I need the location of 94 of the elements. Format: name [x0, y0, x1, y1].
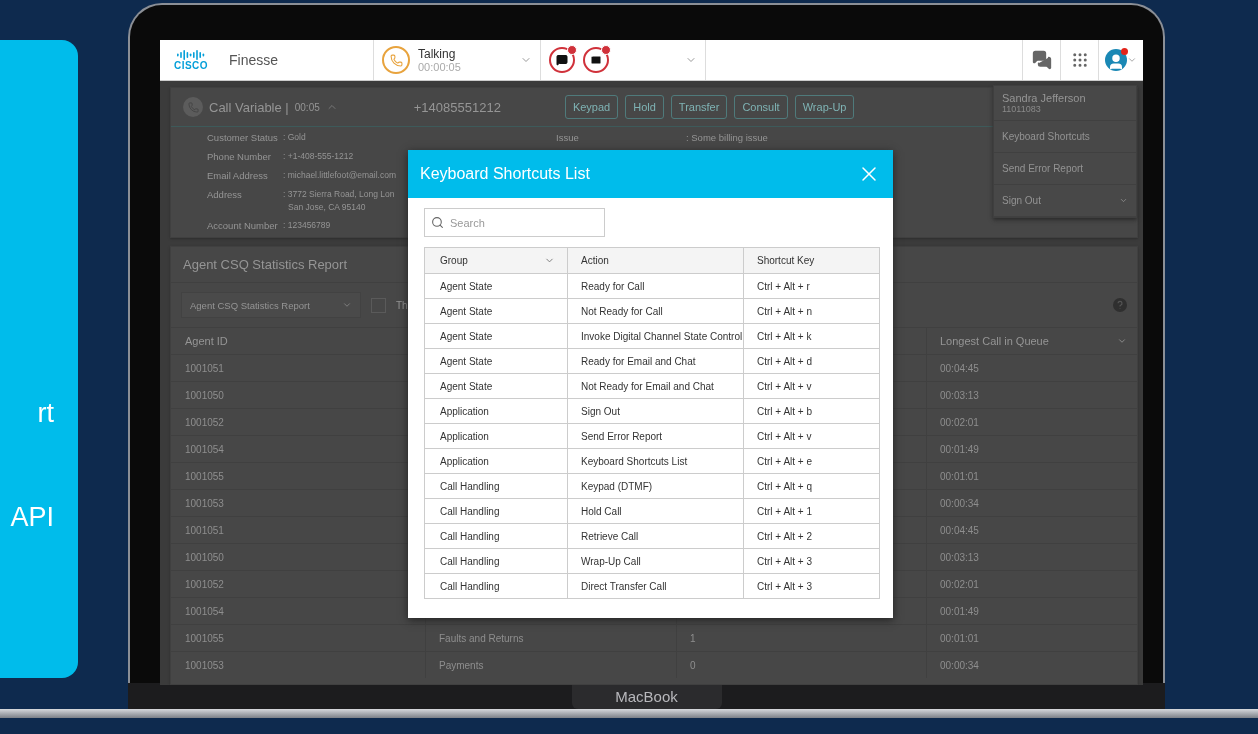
call-action-button[interactable]: Wrap-Up: [794, 95, 855, 119]
table-cell: 00:04:45: [926, 517, 1137, 543]
caller-number: +14085551212: [413, 99, 501, 115]
mail-icon: [583, 47, 609, 73]
chevron-down-icon: [1117, 336, 1127, 346]
table-cell-text: 1001052: [184, 577, 225, 592]
field-label: Email Address: [207, 170, 268, 181]
table-cell: 00:02:01: [926, 409, 1137, 435]
table-cell: 00:01:01: [926, 625, 1137, 651]
table-cell-text: 1001055: [184, 469, 225, 484]
field-value: San Jose, CA 95140: [287, 202, 367, 212]
field-value: : Gold: [283, 132, 306, 142]
user-name: Sandra Jefferson: [1002, 92, 1087, 104]
table-cell: 00:03:13: [926, 544, 1137, 570]
table-cell-text: Call Handling: [439, 579, 501, 594]
table-cell-text: Application: [439, 404, 490, 419]
table-cell: Payments: [425, 652, 676, 678]
table-cell-text: 1001054: [184, 604, 225, 619]
checkbox-label: Th: [396, 299, 408, 311]
promo-text: rt: [37, 398, 55, 428]
table-cell: 00:02:01: [926, 571, 1137, 597]
brand-text: MacBook: [615, 687, 678, 705]
table-cell-text: Agent State: [439, 279, 494, 294]
table-cell: 1: [676, 625, 926, 651]
table-cell-text: 1001053: [184, 658, 225, 673]
logo-text: CISCO: [173, 61, 209, 71]
report-dropdown[interactable]: Agent CSQ Statistics Report: [181, 292, 361, 318]
field-value: : Some billing issue: [686, 132, 768, 143]
column-header[interactable]: Group: [425, 248, 567, 273]
table-cell-text: 1001050: [184, 388, 225, 403]
chevron-down-icon: [1127, 55, 1137, 65]
table-cell-text: Agent State: [439, 354, 494, 369]
field-label: Issue: [556, 132, 579, 143]
field-label: Address: [207, 189, 242, 200]
field-label: Customer Status: [207, 132, 278, 143]
menu-item[interactable]: Keyboard Shortcuts: [994, 121, 1136, 153]
table-cell: 00:03:13: [926, 382, 1137, 408]
field-value: : 123456789: [283, 220, 331, 230]
chevron-down-icon: [342, 300, 352, 310]
report-title: Agent CSQ Statistics Report: [183, 257, 347, 272]
call-action-button[interactable]: Hold: [625, 95, 664, 119]
field-value: : 3772 Sierra Road, Long Lon: [283, 189, 396, 199]
table-cell: Faults and Returns: [425, 625, 676, 651]
table-cell-text: Agent State: [439, 329, 494, 344]
table-cell: 0: [676, 652, 926, 678]
search-icon: [431, 216, 444, 229]
app-name: Finesse: [229, 52, 280, 68]
table-cell-text: Agent State: [439, 379, 494, 394]
state-selector[interactable]: Talking 00:00:05: [373, 40, 540, 80]
menu-item[interactable]: Send Error Report: [994, 153, 1136, 185]
table-cell-text: 1001054: [184, 442, 225, 457]
table-cell: 00:00:34: [926, 652, 1137, 678]
table-cell-text: Call Handling: [439, 529, 501, 544]
table-cell: Direct Transfer Call: [567, 574, 743, 598]
table-cell-text: Application: [439, 454, 490, 469]
chat-icon: [549, 47, 575, 73]
field-label: Account Number: [207, 220, 278, 231]
table-cell-text: 1001051: [184, 361, 225, 376]
table-cell: 00:01:01: [926, 463, 1137, 489]
table-cell-text: 1001050: [184, 550, 225, 565]
column-header[interactable]: Longest Call in Queue: [926, 328, 1137, 354]
table-cell: 00:00:34: [926, 490, 1137, 516]
table-cell-text: 1001052: [184, 415, 225, 430]
call-title: Call Variable |: [209, 99, 289, 115]
menu-item[interactable]: Sign Out: [994, 185, 1136, 217]
phone-icon: [382, 46, 410, 74]
table-cell-text: 1001053: [184, 496, 225, 511]
dialog-title: Keyboard Shortcuts List: [420, 165, 590, 183]
table-cell: 00:04:45: [926, 355, 1137, 381]
table-cell: 00:01:49: [926, 598, 1137, 624]
logo-icon: [176, 49, 206, 61]
search-field[interactable]: Search: [424, 208, 605, 237]
table-cell-text: 1001051: [184, 523, 225, 538]
promo-text: API: [10, 502, 55, 532]
field-label: Phone Number: [207, 151, 271, 162]
table-cell-text: Call Handling: [439, 479, 501, 494]
table-cell-text: Agent State: [439, 304, 494, 319]
state-timer: 00:00:05: [418, 60, 462, 73]
table-cell: Ctrl + Alt + 3: [743, 574, 879, 598]
call-timer: 00:05: [294, 101, 320, 113]
table-cell: 00:01:49: [926, 436, 1137, 462]
avatar-icon: [1105, 49, 1127, 71]
table-cell-text: Application: [439, 429, 490, 444]
chevron-down-icon: [1119, 196, 1128, 205]
user-id: 11011083: [1002, 104, 1042, 114]
call-action-button[interactable]: Transfer: [670, 95, 728, 119]
call-action-button[interactable]: Keypad: [564, 95, 619, 119]
call-action-button[interactable]: Consult: [734, 95, 788, 119]
table-cell-text: 1001055: [184, 631, 225, 646]
field-value: : michael.littlefoot@email.com: [283, 170, 397, 180]
state-label: Talking: [418, 47, 457, 61]
table-cell-text: Call Handling: [439, 504, 501, 519]
table-cell-text: Call Handling: [439, 554, 501, 569]
field-value: : +1-408-555-1212: [283, 151, 354, 161]
